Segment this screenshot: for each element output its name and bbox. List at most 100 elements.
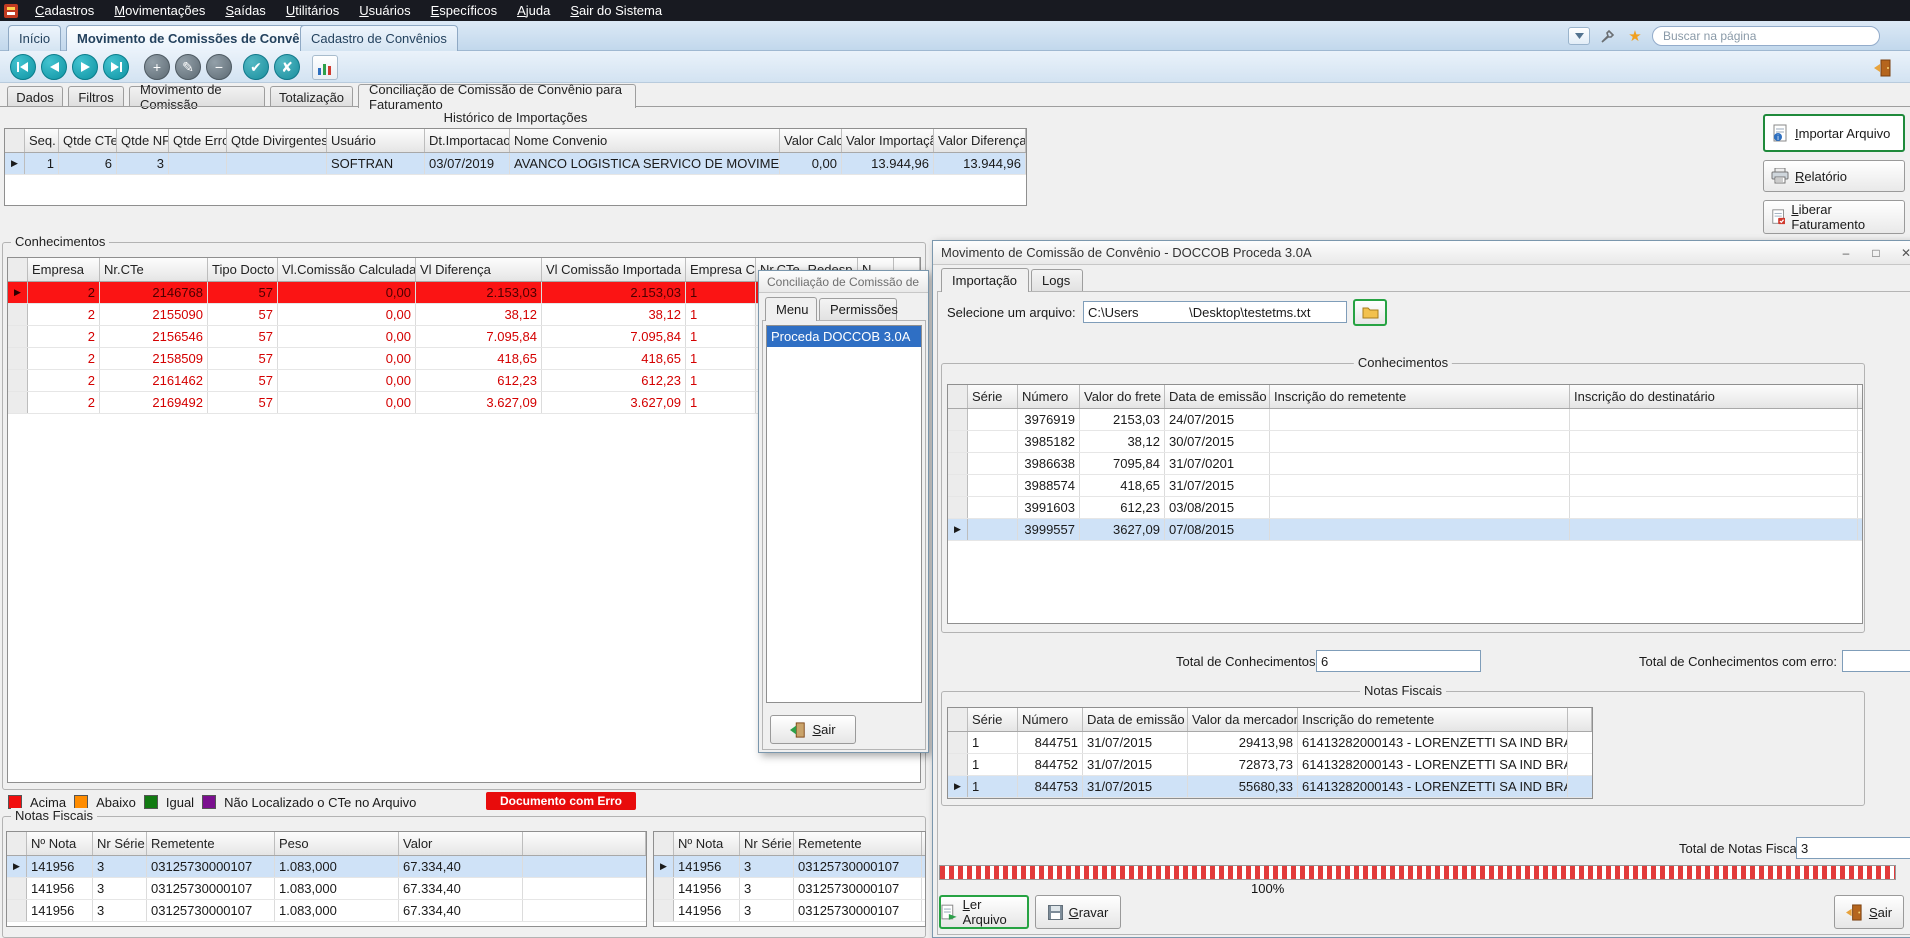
menu-item-sair-do-sistema[interactable]: Sair do Sistema — [561, 2, 671, 19]
tools-icon[interactable] — [1596, 27, 1618, 45]
menu-item-cadastros[interactable]: Cadastros — [26, 2, 103, 19]
tab-cadastro-convenios[interactable]: Cadastro de Convênios — [300, 25, 458, 51]
dialog-titlebar[interactable]: Movimento de Comissão de Convênio - DOCC… — [933, 241, 1910, 265]
table-row[interactable]: ▶141956303125730000107 — [654, 856, 925, 878]
chevron-down-icon[interactable] — [1568, 27, 1590, 45]
nav-next-button[interactable] — [72, 54, 98, 80]
dialog-notas-grid: SérieNúmeroData de emissãoValor da merca… — [947, 707, 1593, 799]
total-notas-label: Total de Notas Fiscais: — [1679, 841, 1810, 856]
notas-fiscais-left-grid: Nº NotaNr SérieRemetentePesoValor▶141956… — [6, 831, 647, 927]
subtab-totalizacao[interactable]: Totalização — [270, 86, 353, 107]
liberar-faturamento-button[interactable]: Liberar Faturamento — [1763, 200, 1905, 234]
tab-label: Movimento de Comissões de Convênio — [77, 31, 319, 46]
dialog-conhecimentos-grid: SérieNúmeroValor do freteData de emissão… — [947, 384, 1863, 624]
table-row[interactable]: 141956303125730000107 — [654, 878, 925, 900]
list-item-proceda-doccob[interactable]: Proceda DOCCOB 3.0A — [767, 326, 921, 347]
menu-item-especificos[interactable]: Específicos — [422, 2, 506, 19]
table-row[interactable]: 1419563031257300001071.083,00067.334,40 — [7, 900, 646, 922]
historico-grid: Seq.Qtde CTeQtde NFQtde ErroQtde Divirge… — [4, 128, 1027, 206]
menu-item-utilitarios[interactable]: Utilitários — [277, 2, 348, 19]
dialog-title: Movimento de Comissão de Convênio - DOCC… — [941, 245, 1312, 260]
conhecimentos-group-title: Conhecimentos — [11, 234, 109, 249]
file-path-input[interactable] — [1083, 301, 1347, 323]
table-row[interactable]: 39866387095,8431/07/0201 — [948, 453, 1862, 475]
grid-header-row: SérieNúmeroValor do freteData de emissão… — [948, 385, 1862, 409]
close-icon[interactable]: ✕ — [1891, 241, 1910, 265]
app-window: Cadastros Movimentações Saídas Utilitári… — [0, 0, 1910, 938]
table-row[interactable]: 3991603612,2303/08/2015 — [948, 497, 1862, 519]
edit-button[interactable]: ✎ — [175, 54, 201, 80]
nav-last-button[interactable] — [103, 54, 129, 80]
menu-item-saidas[interactable]: Saídas — [216, 2, 274, 19]
legend-nao-localizado-swatch — [202, 795, 216, 809]
minimize-icon[interactable]: – — [1831, 241, 1861, 265]
exit-system-button[interactable] — [1870, 55, 1896, 80]
release-document-icon — [1771, 208, 1785, 226]
check-icon: ✔ — [250, 59, 262, 76]
star-icon[interactable]: ★ — [1624, 27, 1646, 45]
dialog-titlebar[interactable]: Conciliação de Comissão de Co — [759, 271, 928, 293]
dialog-title: Conciliação de Comissão de Co — [767, 275, 920, 289]
nav-prior-button[interactable] — [41, 54, 67, 80]
nav-first-button[interactable] — [10, 54, 36, 80]
tab-importacao[interactable]: Importação — [941, 268, 1029, 292]
menu-item-ajuda[interactable]: Ajuda — [508, 2, 559, 19]
tab-label: Importação — [952, 273, 1017, 288]
table-row[interactable]: ▶184475331/07/201555680,3361413282000143… — [948, 776, 1592, 798]
liberar-faturamento-label: Liberar Faturamento — [1791, 202, 1897, 232]
sair-menu-label: Sair — [812, 722, 835, 737]
door-exit-icon — [1846, 904, 1863, 921]
menu-item-usuarios[interactable]: Usuários — [350, 2, 419, 19]
chart-icon — [317, 61, 333, 75]
table-row[interactable]: 184475131/07/201529413,9861413282000143 … — [948, 732, 1592, 754]
ler-arquivo-button[interactable]: Ler Arquivo — [939, 895, 1029, 929]
tab-label: Menu — [776, 302, 809, 317]
total-conhecimentos-input[interactable] — [1316, 650, 1481, 672]
legend-abaixo-swatch — [74, 795, 88, 809]
subtab-filtros[interactable]: Filtros — [68, 86, 124, 107]
import-file-icon: i — [1772, 124, 1789, 143]
tab-logs[interactable]: Logs — [1031, 269, 1083, 291]
import-progress-bar — [939, 865, 1896, 880]
table-row[interactable]: ▶163SOFTRAN03/07/2019AVANCO LOGISTICA SE… — [5, 153, 1026, 175]
search-input[interactable] — [1652, 26, 1880, 46]
gravar-label: Gravar — [1069, 905, 1109, 920]
table-row[interactable]: 141956303125730000107 — [654, 900, 925, 922]
tab-label: Início — [19, 31, 50, 46]
total-notas-input[interactable] — [1796, 837, 1910, 859]
delete-button[interactable]: − — [206, 54, 232, 80]
table-row[interactable]: 1419563031257300001071.083,00067.334,40 — [7, 878, 646, 900]
sair-dialog-button[interactable]: Sair — [1834, 895, 1904, 929]
relatorio-button[interactable]: Relatório — [1763, 160, 1905, 192]
subtab-movimento-comissao[interactable]: Movimento de Comissão — [129, 86, 265, 107]
subtab-dados[interactable]: Dados — [7, 86, 63, 107]
table-row[interactable]: 398518238,1230/07/2015 — [948, 431, 1862, 453]
dialog-notas-title: Notas Fiscais — [1360, 683, 1446, 698]
tab-permissoes[interactable]: Permissões — [819, 298, 897, 320]
total-erro-input[interactable] — [1842, 650, 1910, 672]
browse-file-button[interactable] — [1353, 299, 1387, 326]
table-row[interactable]: 3988574418,6531/07/2015 — [948, 475, 1862, 497]
table-row[interactable]: 184475231/07/201572873,7361413282000143 … — [948, 754, 1592, 776]
dialog-conhecimentos-title: Conhecimentos — [1354, 355, 1452, 370]
relatorio-label: Relatório — [1795, 169, 1847, 184]
confirm-button[interactable]: ✔ — [243, 54, 269, 80]
maximize-icon[interactable]: □ — [1861, 241, 1891, 265]
conciliacao-menu-dialog: Conciliação de Comissão de Co Menu Permi… — [758, 270, 929, 753]
table-row[interactable]: ▶39995573627,0907/08/2015 — [948, 519, 1862, 541]
subtab-conciliacao[interactable]: Conciliação de Comissão de Convênio para… — [358, 84, 636, 108]
table-row[interactable]: 39769192153,0324/07/2015 — [948, 409, 1862, 431]
tab-menu[interactable]: Menu — [765, 297, 817, 321]
cancel-button[interactable]: ✘ — [274, 54, 300, 80]
tab-inicio[interactable]: Início — [8, 25, 61, 51]
menu-item-movimentacoes[interactable]: Movimentações — [105, 2, 214, 19]
documento-com-erro-badge: Documento com Erro — [486, 792, 636, 810]
table-row[interactable]: ▶1419563031257300001071.083,00067.334,40 — [7, 856, 646, 878]
insert-button[interactable]: + — [144, 54, 170, 80]
sair-menu-button[interactable]: Sair — [770, 715, 856, 744]
importar-arquivo-button[interactable]: i Importar Arquivo — [1763, 114, 1905, 152]
tab-label: Logs — [1042, 273, 1070, 288]
subtab-label: Movimento de Comissão — [140, 82, 254, 112]
chart-button[interactable] — [312, 55, 338, 80]
gravar-button[interactable]: Gravar — [1035, 895, 1121, 929]
